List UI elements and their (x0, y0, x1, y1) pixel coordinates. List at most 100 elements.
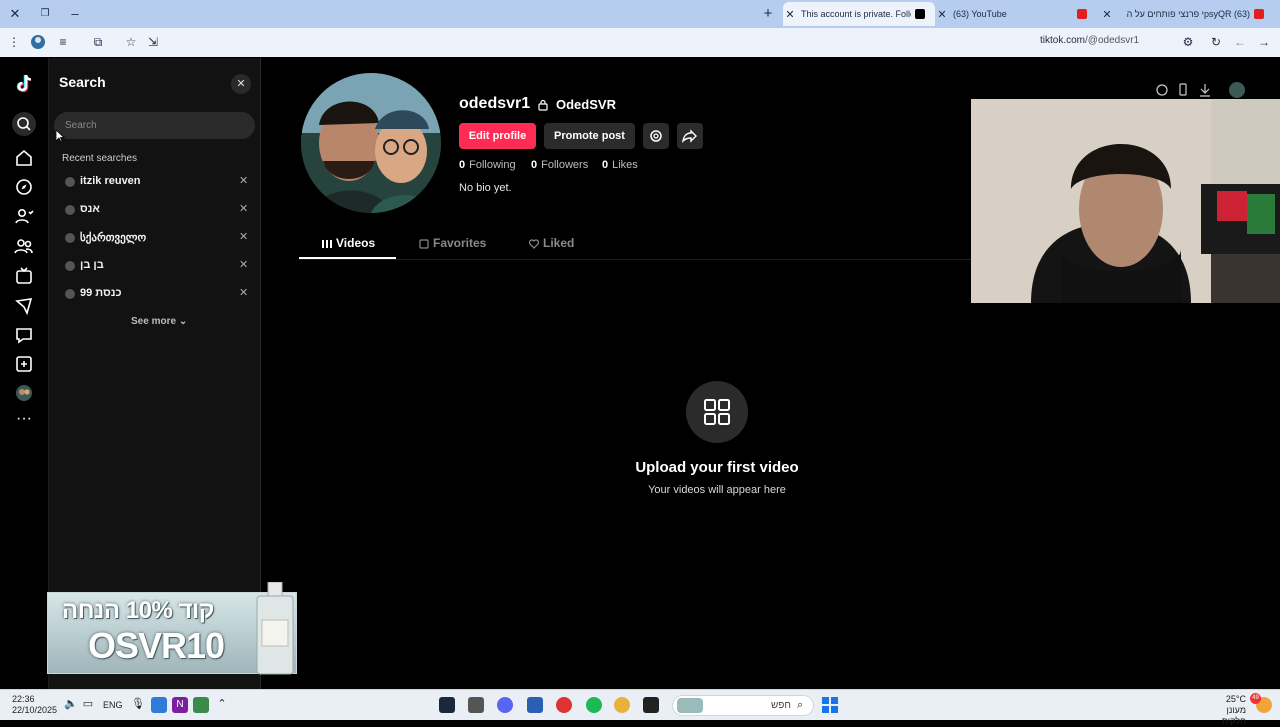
explore-icon[interactable] (12, 175, 36, 199)
profile-avatar[interactable] (301, 73, 441, 213)
followers-stat[interactable]: 0 Followers (531, 159, 588, 171)
address-bar[interactable]: tiktok.com/@odedsvr1 (1040, 35, 1139, 46)
onenote-icon[interactable]: N (172, 697, 188, 713)
recent-searches-heading: Recent searches (62, 153, 138, 164)
terminal-icon[interactable] (643, 697, 659, 713)
search-input[interactable] (54, 112, 255, 139)
discord-icon[interactable] (497, 697, 513, 713)
remove-icon[interactable]: ✕ (239, 230, 248, 243)
record-app-icon[interactable] (556, 697, 572, 713)
forward-arrow-icon[interactable]: ← (1232, 34, 1248, 51)
back-arrow-icon[interactable]: → (1256, 34, 1272, 51)
profile-nickname: OdedSVR (556, 97, 616, 112)
minimize-window-icon[interactable]: – (66, 5, 84, 23)
recent-search-item[interactable]: itzik reuven ✕ (59, 172, 253, 192)
activity-icon[interactable] (12, 323, 36, 347)
network-icon[interactable]: ▭ (80, 697, 96, 713)
messages-icon[interactable] (12, 294, 36, 318)
remove-icon[interactable]: ✕ (239, 286, 248, 299)
close-window-icon[interactable]: ✕ (6, 5, 24, 23)
tab-label: Favorites (433, 236, 487, 250)
remove-icon[interactable]: ✕ (239, 258, 248, 271)
clock-icon (65, 205, 75, 215)
tab-favorites[interactable]: Favorites (419, 236, 486, 250)
edit-profile-button[interactable]: Edit profile (459, 123, 536, 149)
calculator-icon[interactable] (468, 697, 484, 713)
search-icon[interactable] (12, 112, 36, 136)
url-host: tiktok.com (1040, 35, 1086, 46)
clock-icon (65, 233, 75, 243)
recent-search-text: itzik reuven (80, 175, 141, 187)
reload-icon[interactable]: ↻ (1208, 34, 1224, 51)
notepad-icon[interactable] (527, 697, 543, 713)
tab-videos[interactable]: Videos (322, 236, 375, 250)
close-icon[interactable]: ✕ (231, 74, 251, 94)
close-tab-icon[interactable]: ✕ (783, 8, 797, 21)
profile-avatar-icon[interactable] (30, 34, 46, 51)
recent-search-item[interactable]: בן בן ✕ (59, 256, 253, 276)
see-more-link[interactable]: See more ⌄ (131, 316, 187, 327)
steam-icon[interactable] (439, 697, 455, 713)
restore-window-icon[interactable]: ❐ (36, 5, 54, 23)
install-app-icon[interactable]: ⇲ (145, 34, 161, 51)
close-tab-icon[interactable]: ✕ (1100, 8, 1114, 21)
recent-search-text: სქართველო (80, 232, 147, 244)
bookmark-star-icon[interactable]: ☆ (123, 34, 139, 51)
profile-avatar-icon[interactable] (12, 381, 36, 405)
language-indicator[interactable]: ENG (103, 700, 123, 710)
recent-search-item[interactable]: אנס ✕ (59, 200, 253, 220)
remove-icon[interactable]: ✕ (239, 202, 248, 215)
chevron-down-icon: ⌄ (178, 316, 188, 327)
tab-liked[interactable]: Liked (528, 236, 574, 250)
clock-icon (65, 177, 75, 187)
reading-list-icon[interactable]: ≡ (55, 34, 71, 51)
top-right-actions (1150, 80, 1250, 100)
settings-button[interactable] (643, 123, 669, 149)
weather-widget[interactable]: 25°C מעונן חלקית (1200, 694, 1246, 727)
new-tab-icon[interactable]: + (759, 5, 777, 23)
friends-icon[interactable] (12, 234, 36, 258)
following-stat[interactable]: 0 Following (459, 159, 516, 171)
volume-icon[interactable]: 🔈 (63, 697, 79, 713)
taskbar-search-placeholder: חפש (771, 700, 791, 711)
more-icon[interactable]: ··· (12, 409, 36, 433)
upload-icon[interactable] (12, 352, 36, 376)
gear-icon (650, 130, 662, 142)
home-icon[interactable] (12, 146, 36, 170)
site-settings-icon[interactable]: ⚙ (1180, 34, 1196, 51)
browser-toolbar: ⋮ ≡ ⧉ ☆ ⇲ tiktok.com/@odedsvr1 ⚙ ↻ ← → (0, 28, 1280, 57)
live-icon[interactable] (12, 264, 36, 288)
tab-tiktok[interactable]: ✕ This account is private. Follow t (783, 2, 935, 26)
app-tray-icon[interactable] (151, 697, 167, 713)
microphone-icon[interactable]: 🎙 (130, 697, 146, 713)
share-button[interactable] (677, 123, 703, 149)
promote-post-button[interactable]: Promote post (544, 123, 635, 149)
followers-label: Followers (541, 159, 589, 171)
taskbar-search-box[interactable]: חפש ⌕ (672, 695, 814, 716)
following-icon[interactable] (12, 204, 36, 228)
windows-start-icon[interactable] (822, 697, 838, 713)
sync-icon[interactable] (193, 697, 209, 713)
heart-icon (528, 238, 540, 249)
tab-divider (299, 259, 971, 260)
see-more-label: See more (131, 316, 177, 327)
chrome-icon[interactable] (614, 697, 630, 713)
remove-icon[interactable]: ✕ (239, 174, 248, 187)
recent-search-item[interactable]: სქართველო ✕ (59, 228, 253, 248)
video-grid-icon (686, 381, 748, 443)
close-tab-icon[interactable]: ✕ (935, 8, 949, 21)
system-clock[interactable]: 22:36 22/10/2025 (12, 694, 57, 716)
clock-icon (65, 261, 75, 271)
extensions-icon[interactable]: ⧉ (90, 34, 106, 51)
tab-youtube-video[interactable]: ✕ (63) psyQRי פרנצי פותחים על ה (1100, 2, 1280, 26)
mouse-cursor (55, 129, 66, 143)
recent-search-text: אנס (80, 203, 100, 215)
tab-youtube[interactable]: ✕ (63) YouTube (935, 2, 1100, 26)
menu-kebab-icon[interactable]: ⋮ (6, 34, 22, 51)
recent-search-item[interactable]: כנסת 99 ✕ (59, 284, 253, 304)
lock-icon (537, 98, 549, 111)
spotify-icon[interactable] (586, 697, 602, 713)
tiktok-logo-icon[interactable] (12, 72, 36, 96)
chevron-up-icon[interactable]: ⌃ (214, 697, 230, 713)
tab-label: (63) YouTube (953, 9, 1007, 19)
